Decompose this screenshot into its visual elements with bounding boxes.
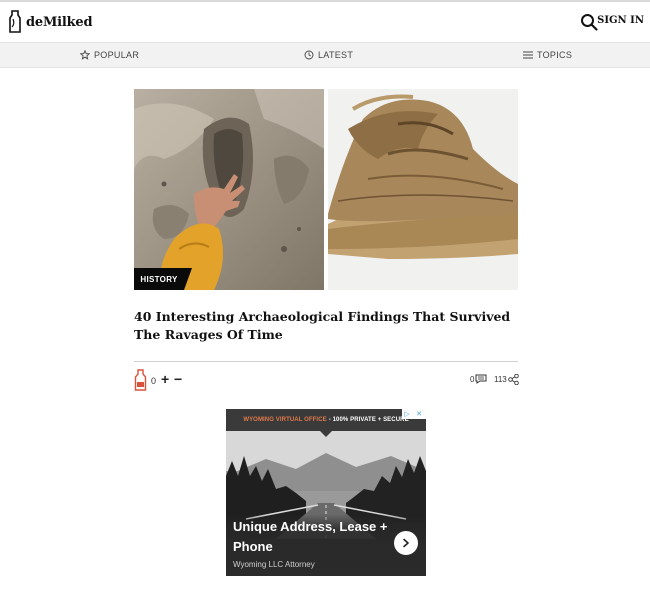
comments-button[interactable]: 0 — [470, 374, 487, 384]
category-tag-history[interactable]: HISTORY — [134, 268, 192, 290]
nav-item-popular[interactable]: POPULAR — [80, 43, 139, 67]
logo-text: deMilked — [26, 14, 93, 30]
site-logo[interactable]: deMilked — [8, 8, 93, 36]
advertisement[interactable]: WYOMING VIRTUAL OFFICE - 100% PRIVATE + … — [226, 409, 426, 576]
main-nav: POPULAR LATEST TOPICS — [0, 42, 650, 68]
comment-icon — [475, 374, 487, 384]
share-icon — [508, 374, 519, 385]
upvote-button[interactable]: + — [161, 371, 169, 387]
ad-info-icon[interactable]: ▷ — [402, 409, 412, 419]
search-icon[interactable] — [580, 13, 598, 31]
ad-subtext: Wyoming LLC Attorney — [233, 560, 315, 569]
rock-handprint-image — [134, 89, 324, 290]
ad-banner-notch — [320, 431, 332, 437]
hamburger-menu-icon — [523, 51, 533, 59]
ad-banner: WYOMING VIRTUAL OFFICE - 100% PRIVATE + … — [226, 409, 426, 431]
nav-topics-label: TOPICS — [537, 50, 573, 60]
divider — [134, 361, 518, 362]
article-title[interactable]: 40 Interesting Archaeological Findings T… — [134, 308, 518, 344]
milk-bottle-vote-icon[interactable] — [134, 369, 147, 391]
article-actions: 0 + − 0 113 — [134, 369, 519, 391]
chevron-right-icon — [403, 538, 409, 548]
ancient-shoe-image — [328, 89, 518, 290]
site-header: deMilked SIGN IN — [0, 2, 650, 42]
comments-count: 0 — [470, 374, 475, 384]
ad-banner-accent: WYOMING VIRTUAL OFFICE — [243, 417, 327, 423]
sign-in-link[interactable]: SIGN IN — [597, 15, 644, 26]
vote-count: 0 — [151, 376, 157, 386]
ad-headline: Unique Address, Lease + Phone — [233, 519, 388, 554]
share-count: 113 — [494, 375, 507, 384]
ad-banner-text: - 100% PRIVATE + SECURE — [328, 417, 409, 423]
nav-item-topics[interactable]: TOPICS — [523, 43, 572, 67]
nav-latest-label: LATEST — [318, 50, 354, 60]
star-icon — [80, 50, 90, 60]
milk-bottle-logo-icon — [9, 10, 21, 33]
article-thumbnail[interactable] — [134, 89, 518, 290]
nav-popular-label: POPULAR — [94, 50, 140, 60]
clock-icon — [304, 50, 314, 60]
downvote-button[interactable]: − — [174, 371, 182, 387]
nav-item-latest[interactable]: LATEST — [304, 43, 353, 67]
ad-close-icon[interactable]: ✕ — [412, 409, 426, 419]
ad-arrow-button[interactable] — [394, 531, 418, 555]
share-button[interactable]: 113 — [494, 374, 519, 385]
